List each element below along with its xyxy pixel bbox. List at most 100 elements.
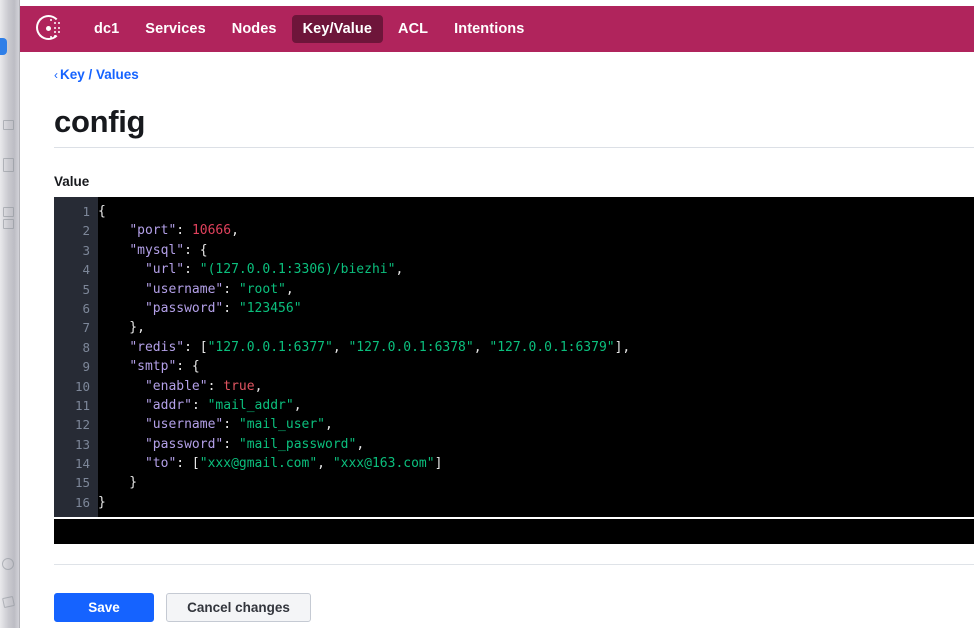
editor-token-punc: ], xyxy=(614,339,631,355)
editor-token-key: "password" xyxy=(144,300,224,316)
editor-code-line: "mysql": { xyxy=(98,241,974,260)
editor-token-key: "password" xyxy=(144,436,224,452)
editor-code-line: "username": "mail_user", xyxy=(98,415,974,434)
editor-token-punc: ] xyxy=(434,456,443,472)
editor-token-punc: : xyxy=(223,417,239,433)
breadcrumb-key-values[interactable]: ‹ Key / Values xyxy=(54,67,139,82)
nav-item-services[interactable]: Services xyxy=(134,15,216,43)
editor-token-punc: }, xyxy=(98,320,145,336)
editor-token-str: "(127.0.0.1:3306)/biezhi" xyxy=(199,262,396,278)
editor-token-punc: , xyxy=(395,262,404,278)
editor-token-key: "username" xyxy=(144,417,224,433)
browser-toolbar-icon[interactable] xyxy=(3,219,14,229)
editor-token-punc: , xyxy=(293,397,302,413)
divider-bottom xyxy=(54,564,974,565)
editor-token-str: "xxx@gmail.com" xyxy=(199,456,318,472)
editor-token-punc xyxy=(98,437,145,452)
editor-status-bar xyxy=(54,519,974,544)
editor-token-punc: : xyxy=(223,300,239,316)
editor-token-punc: { xyxy=(98,204,106,219)
editor-code-line: "smtp": { xyxy=(98,357,974,376)
editor-line-number: 15 xyxy=(74,475,90,491)
editor-token-punc: , xyxy=(285,281,294,297)
value-field-label: Value xyxy=(54,174,90,189)
editor-token-bool: true xyxy=(223,378,255,394)
browser-toolbar-icon[interactable] xyxy=(3,120,14,130)
editor-token-punc: , xyxy=(332,339,349,355)
editor-token-punc xyxy=(98,223,129,238)
editor-token-punc: , xyxy=(317,456,333,472)
editor-line-number: 5 xyxy=(82,281,90,297)
editor-token-punc: : [ xyxy=(176,456,200,472)
save-button[interactable]: Save xyxy=(54,593,154,622)
editor-token-punc: : xyxy=(176,223,192,239)
chevron-left-icon: ‹ xyxy=(54,68,58,82)
editor-token-key: "redis" xyxy=(129,339,185,355)
browser-active-indicator xyxy=(0,38,7,55)
browser-sidebar-edge xyxy=(0,0,20,628)
browser-toolbar-icon[interactable] xyxy=(2,595,15,609)
editor-token-punc: } xyxy=(98,475,138,491)
editor-token-str: "127.0.0.1:6379" xyxy=(489,339,615,355)
editor-token-punc: : xyxy=(184,262,200,278)
editor-code-line: } xyxy=(98,473,974,492)
editor-token-punc xyxy=(98,359,129,374)
editor-token-punc: : xyxy=(207,378,224,394)
editor-token-punc: , xyxy=(473,339,490,355)
editor-code-line: "to": ["xxx@gmail.com", "xxx@163.com"] xyxy=(98,454,974,473)
editor-code-line: }, xyxy=(98,318,974,337)
editor-token-str: "mail_user" xyxy=(238,417,325,433)
browser-toolbar-icon[interactable] xyxy=(3,158,14,172)
editor-token-key: "username" xyxy=(144,281,224,297)
editor-token-punc xyxy=(98,262,145,277)
editor-line-number: 14 xyxy=(74,456,90,472)
editor-token-str: "xxx@163.com" xyxy=(332,456,435,472)
page-content: ‹ Key / Values config Value 1 2 3 4 5 6 7 8 9 10 11… xyxy=(20,52,974,628)
editor-code-line: "addr": "mail_addr", xyxy=(98,396,974,415)
browser-clock-icon[interactable] xyxy=(2,558,14,570)
editor-token-str: "mail_password" xyxy=(238,436,357,452)
browser-toolbar-icon[interactable] xyxy=(3,207,14,217)
editor-line-number: 6 xyxy=(82,300,90,316)
editor-token-punc: : [ xyxy=(184,339,208,355)
editor-token-str: "mail_addr" xyxy=(207,397,294,413)
nav-item-dc1[interactable]: dc1 xyxy=(83,15,130,43)
editor-line-number: 2 xyxy=(82,223,90,239)
editor-line-number-gutter: 1 2 3 4 5 6 7 8 9 10 11 12 13 14 15 16 xyxy=(54,197,98,517)
page-title: config xyxy=(54,104,146,139)
nav-item-acl[interactable]: ACL xyxy=(387,15,439,43)
editor-token-key: "port" xyxy=(129,223,177,239)
editor-line-number: 1 xyxy=(82,204,90,219)
main-navbar: dc1 Services Nodes Key/Value ACL Intenti… xyxy=(20,6,974,52)
editor-code-area[interactable]: { "port": 10666, "mysql": { "url": "(127… xyxy=(98,197,974,517)
editor-code-line: "enable": true, xyxy=(98,377,974,396)
breadcrumb-label: Key / Values xyxy=(60,67,139,82)
editor-token-punc: : { xyxy=(184,242,208,258)
editor-line-number: 12 xyxy=(74,417,90,433)
nav-item-key-value[interactable]: Key/Value xyxy=(291,15,384,43)
editor-line-number: 9 xyxy=(82,359,90,375)
editor-token-num: 10666 xyxy=(191,223,232,239)
cancel-changes-button[interactable]: Cancel changes xyxy=(166,593,311,622)
editor-token-str: "root" xyxy=(238,281,286,297)
editor-token-key: "url" xyxy=(144,262,185,278)
editor-token-key: "addr" xyxy=(144,397,192,413)
code-editor[interactable]: 1 2 3 4 5 6 7 8 9 10 11 12 13 14 15 16 { "port": 10666,… xyxy=(54,197,974,517)
editor-code-line: "url": "(127.0.0.1:3306)/biezhi", xyxy=(98,260,974,279)
editor-token-str: "123456" xyxy=(238,300,302,316)
editor-token-punc xyxy=(98,456,145,471)
consul-logo-icon[interactable] xyxy=(35,14,65,44)
editor-token-punc: : xyxy=(223,281,239,297)
editor-token-punc: : { xyxy=(176,359,200,375)
editor-line-number: 8 xyxy=(82,339,90,355)
editor-line-number: 4 xyxy=(82,262,90,278)
editor-code-line: } xyxy=(98,493,974,512)
editor-token-str: "127.0.0.1:6377" xyxy=(207,339,333,355)
editor-line-number: 11 xyxy=(74,397,90,413)
nav-item-intentions[interactable]: Intentions xyxy=(443,15,535,43)
editor-token-punc: , xyxy=(231,223,239,239)
nav-item-nodes[interactable]: Nodes xyxy=(221,15,288,43)
editor-token-punc: : xyxy=(223,436,239,452)
nav-item-list: dc1 Services Nodes Key/Value ACL Intenti… xyxy=(83,15,535,43)
editor-token-punc: , xyxy=(254,378,263,394)
